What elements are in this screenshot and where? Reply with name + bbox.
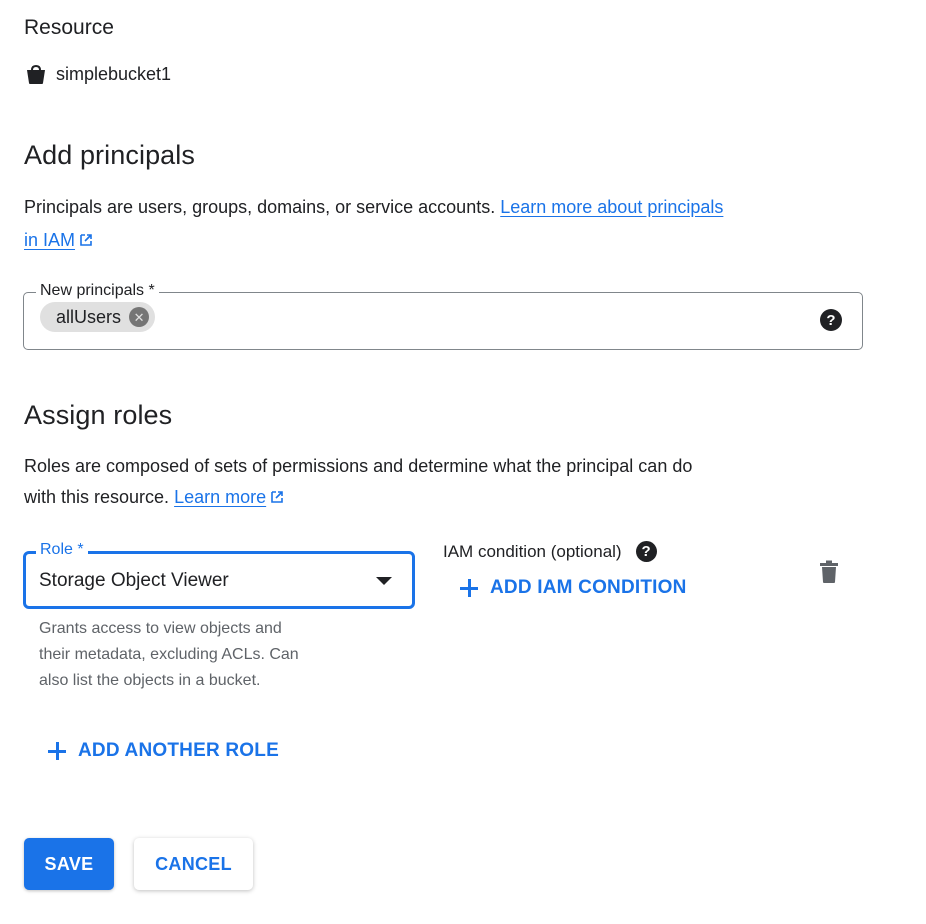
- principals-link-line2: in IAM: [24, 225, 93, 255]
- add-iam-condition-label: ADD IAM CONDITION: [490, 577, 687, 598]
- external-link-icon: [270, 483, 284, 503]
- iam-condition-help-icon[interactable]: ?: [635, 541, 657, 562]
- assign-roles-description-line2: with this resource. Learn more: [24, 482, 284, 512]
- add-another-role-button[interactable]: ADD ANOTHER ROLE: [48, 740, 279, 762]
- chip-remove-icon[interactable]: ✕: [129, 307, 150, 327]
- add-principals-heading: Add principals: [24, 140, 195, 170]
- resource-heading: Resource: [24, 16, 114, 39]
- add-another-role-label: ADD ANOTHER ROLE: [78, 740, 279, 761]
- bucket-icon: [26, 64, 46, 85]
- help-icon[interactable]: ?: [820, 309, 842, 331]
- principals-description-text: Principals are users, groups, domains, o…: [24, 197, 496, 217]
- assign-roles-heading: Assign roles: [24, 400, 173, 430]
- learn-more-principals-link[interactable]: Learn more about principals: [500, 197, 723, 217]
- learn-more-principals-link-cont[interactable]: in IAM: [24, 230, 75, 250]
- save-button[interactable]: SAVE: [24, 838, 114, 890]
- cancel-button[interactable]: CANCEL: [134, 838, 253, 890]
- role-select-value: Storage Object Viewer: [39, 570, 229, 591]
- new-principals-label: New principals *: [36, 282, 159, 300]
- external-link-icon: [79, 226, 93, 246]
- iam-condition-label: IAM condition (optional): [443, 541, 622, 561]
- plus-icon: [48, 742, 66, 760]
- add-iam-condition-button[interactable]: ADD IAM CONDITION: [460, 577, 687, 599]
- role-select[interactable]: Storage Object Viewer: [23, 551, 415, 609]
- role-label: Role *: [36, 541, 88, 559]
- trash-icon[interactable]: [819, 560, 839, 589]
- chevron-down-icon: [376, 577, 392, 585]
- bucket-name: simplebucket1: [56, 64, 172, 84]
- role-hint-line2: their metadata, excluding ACLs. Can: [39, 646, 299, 663]
- principal-chip[interactable]: allUsers ✕: [40, 302, 156, 332]
- assign-roles-description-line1: Roles are composed of sets of permission…: [24, 456, 693, 476]
- learn-more-roles-link[interactable]: Learn more: [174, 487, 266, 507]
- resource-row: simplebucket1: [26, 64, 171, 85]
- roles-description-text: with this resource.: [24, 487, 170, 507]
- role-hint-line1: Grants access to view objects and: [39, 620, 282, 637]
- new-principals-field[interactable]: allUsers ✕ ?: [23, 292, 863, 350]
- add-principals-description: Principals are users, groups, domains, o…: [24, 192, 864, 222]
- role-hint-line3: also list the objects in a bucket.: [39, 672, 261, 689]
- principal-chip-label: allUsers: [56, 306, 122, 327]
- iam-condition-header: IAM condition (optional) ?: [443, 541, 657, 562]
- plus-icon: [460, 579, 478, 597]
- principal-chip-wrapper: allUsers ✕: [40, 302, 156, 332]
